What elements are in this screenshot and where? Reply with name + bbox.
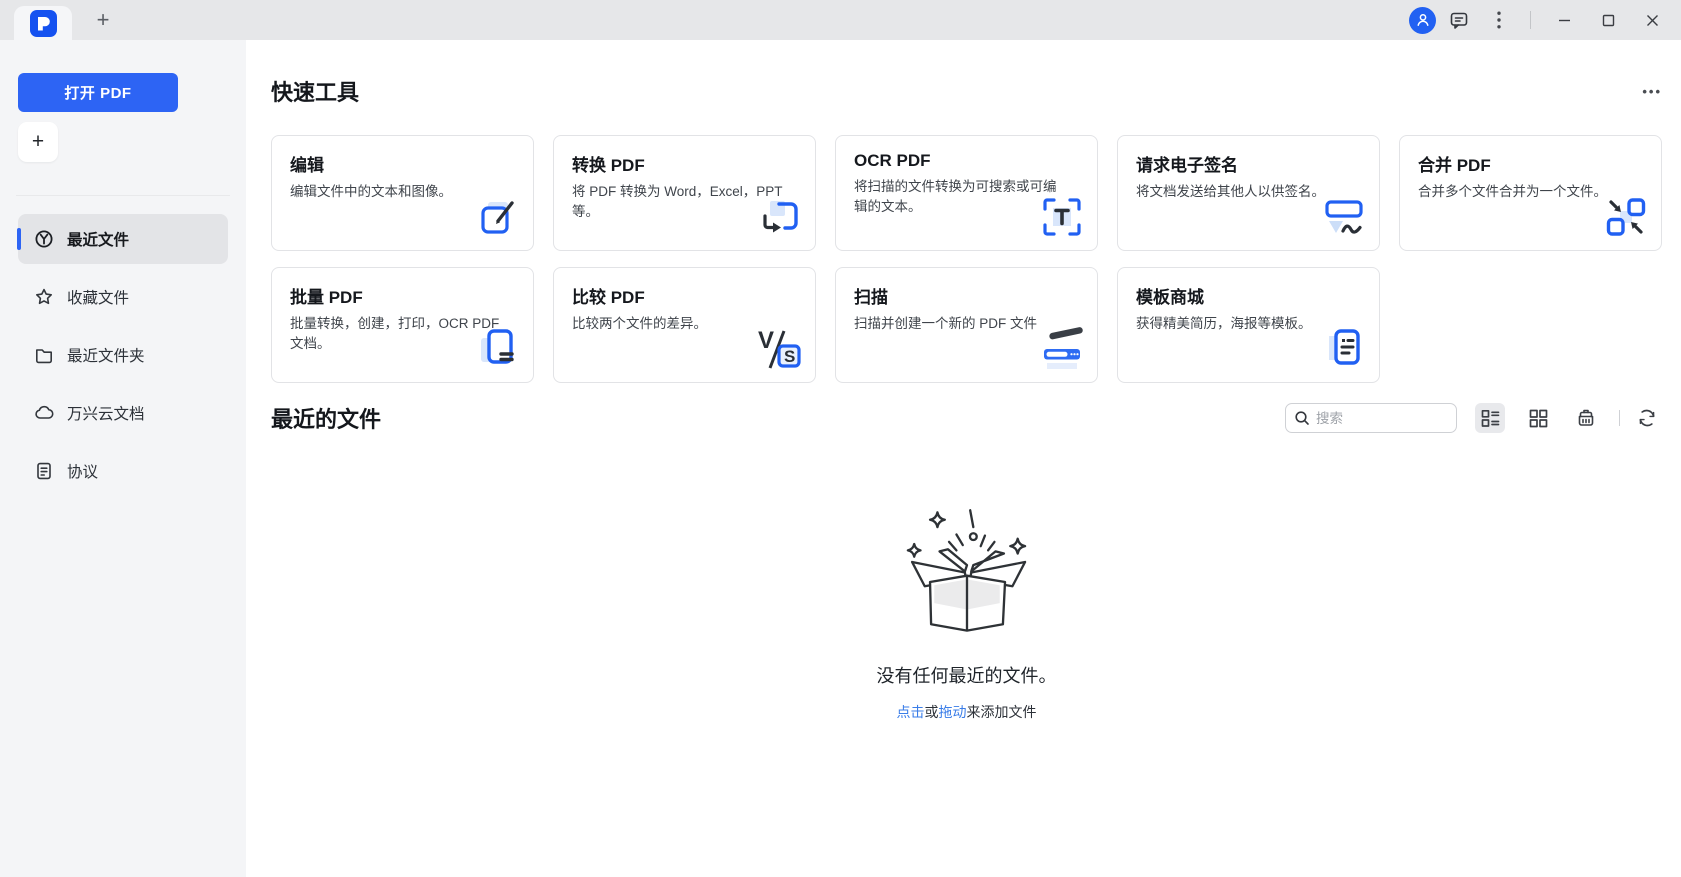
- sidebar-item-recent-files[interactable]: 最近文件: [18, 214, 228, 264]
- broom-icon: [1576, 408, 1596, 428]
- sidebar-divider: [16, 195, 230, 196]
- quick-tools-grid: 编辑 编辑文件中的文本和图像。 转换 PDF 将 PDF 转换为 Word，Ex…: [271, 135, 1662, 383]
- open-pdf-button[interactable]: 打开 PDF: [18, 73, 178, 112]
- quick-tool-card-convert[interactable]: 转换 PDF 将 PDF 转换为 Word，Excel，PPT等。: [553, 135, 816, 251]
- toolbar-divider: [1619, 410, 1620, 426]
- quick-tools-title: 快速工具: [271, 75, 359, 107]
- quick-tools-more-button[interactable]: •••: [1642, 84, 1662, 99]
- sidebar-item-cloud-docs[interactable]: 万兴云文档: [18, 388, 228, 438]
- click-to-add-link[interactable]: 点击: [897, 704, 925, 720]
- card-title: 合并 PDF: [1418, 151, 1643, 176]
- pdfelement-logo-icon: [30, 10, 57, 37]
- main-content: 快速工具 ••• 编辑 编辑文件中的文本和图像。 转换 PDF 将 PDF 转换…: [246, 40, 1681, 877]
- sidebar-item-label: 万兴云文档: [67, 402, 145, 424]
- grid-view-icon: [1529, 409, 1548, 428]
- drag-to-add-link[interactable]: 拖动: [939, 704, 967, 720]
- create-pdf-button[interactable]: +: [18, 122, 58, 162]
- feedback-icon: [1449, 10, 1469, 30]
- sidebar-item-recent-folders[interactable]: 最近文件夹: [18, 330, 228, 380]
- search-box[interactable]: [1285, 403, 1457, 433]
- minimize-button[interactable]: [1545, 5, 1583, 35]
- maximize-icon: [1602, 14, 1615, 27]
- scan-icon: [1039, 326, 1085, 372]
- recent-files-title: 最近的文件: [271, 402, 381, 434]
- esign-icon: [1321, 194, 1367, 240]
- menu-button[interactable]: [1482, 5, 1516, 35]
- folder-icon: [34, 345, 54, 365]
- sidebar-item-label: 收藏文件: [67, 286, 129, 308]
- refresh-button[interactable]: [1632, 403, 1662, 433]
- maximize-button[interactable]: [1589, 5, 1627, 35]
- recent-toolbar: [1285, 403, 1662, 433]
- card-title: 批量 PDF: [290, 283, 515, 308]
- card-title: 请求电子签名: [1136, 151, 1361, 176]
- quick-tool-card-merge[interactable]: 合并 PDF 合并多个文件合并为一个文件。: [1399, 135, 1662, 251]
- hint-text: 或: [925, 704, 939, 720]
- hint-text: 来添加文件: [967, 704, 1037, 720]
- grid-view-button[interactable]: [1523, 403, 1553, 433]
- card-title: 比较 PDF: [572, 283, 797, 308]
- person-icon: [1415, 12, 1431, 28]
- quick-tool-card-compare[interactable]: 比较 PDF 比较两个文件的差异。 VS: [553, 267, 816, 383]
- new-tab-button[interactable]: +: [88, 5, 118, 35]
- recent-empty-state: 没有任何最近的文件。 点击或拖动来添加文件: [271, 506, 1662, 722]
- agreement-icon: [34, 461, 54, 481]
- card-title: OCR PDF: [854, 151, 1079, 171]
- quick-tool-card-scan[interactable]: 扫描 扫描并创建一个新的 PDF 文件: [835, 267, 1098, 383]
- batch-icon: [475, 326, 521, 372]
- template-icon: [1321, 326, 1367, 372]
- close-icon: [1646, 14, 1659, 27]
- feedback-button[interactable]: [1442, 5, 1476, 35]
- card-title: 编辑: [290, 151, 515, 176]
- clear-list-button[interactable]: [1571, 403, 1601, 433]
- sidebar-item-label: 协议: [67, 460, 98, 482]
- sidebar-item-label: 最近文件: [67, 228, 129, 250]
- card-title: 转换 PDF: [572, 151, 797, 176]
- merge-icon: [1603, 194, 1649, 240]
- quick-tool-card-edit[interactable]: 编辑 编辑文件中的文本和图像。: [271, 135, 534, 251]
- clock-icon: [34, 229, 54, 249]
- edit-icon: [475, 194, 521, 240]
- sidebar-item-favorites[interactable]: 收藏文件: [18, 272, 228, 322]
- empty-box-illustration: [892, 506, 1042, 638]
- empty-state-hint: 点击或拖动来添加文件: [897, 702, 1037, 722]
- card-title: 模板商城: [1136, 283, 1361, 308]
- list-view-button[interactable]: [1475, 403, 1505, 433]
- titlebar: +: [0, 0, 1681, 40]
- app-tab[interactable]: [14, 6, 72, 40]
- svg-text:V: V: [758, 327, 774, 354]
- quick-tool-card-template-store[interactable]: 模板商城 获得精美简历，海报等模板。: [1117, 267, 1380, 383]
- cloud-icon: [34, 403, 54, 423]
- quick-tool-card-batch[interactable]: 批量 PDF 批量转换，创建，打印，OCR PDF 文档。: [271, 267, 534, 383]
- sidebar-item-label: 最近文件夹: [67, 344, 145, 366]
- user-avatar[interactable]: [1409, 7, 1436, 34]
- svg-text:S: S: [784, 347, 795, 366]
- kebab-menu-icon: [1497, 11, 1501, 29]
- quick-tool-card-ocr[interactable]: OCR PDF 将扫描的文件转换为可搜索或可编辑的文本。: [835, 135, 1098, 251]
- close-button[interactable]: [1633, 5, 1671, 35]
- compare-icon: VS: [757, 326, 803, 372]
- empty-state-message: 没有任何最近的文件。: [877, 662, 1057, 688]
- sidebar: 打开 PDF + 最近文件 收藏文件 最近文件夹 万兴云文档: [0, 40, 246, 877]
- search-icon: [1294, 410, 1310, 426]
- quick-tool-card-esign[interactable]: 请求电子签名 将文档发送给其他人以供签名。: [1117, 135, 1380, 251]
- convert-icon: [757, 194, 803, 240]
- minimize-icon: [1558, 14, 1571, 27]
- search-input[interactable]: [1316, 411, 1436, 426]
- list-view-icon: [1481, 409, 1500, 428]
- star-icon: [34, 287, 54, 307]
- refresh-icon: [1637, 408, 1657, 428]
- titlebar-divider: [1530, 11, 1531, 29]
- ocr-icon: [1039, 194, 1085, 240]
- card-title: 扫描: [854, 283, 1079, 308]
- sidebar-item-agreements[interactable]: 协议: [18, 446, 228, 496]
